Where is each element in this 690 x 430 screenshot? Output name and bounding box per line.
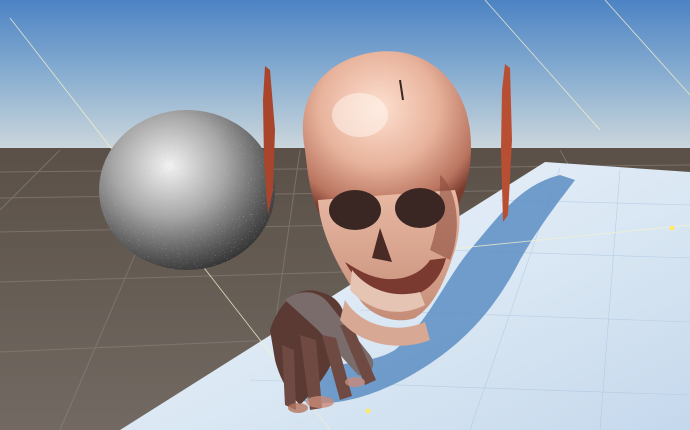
noise-sphere[interactable] xyxy=(99,110,275,270)
scene-canvas[interactable] xyxy=(0,0,690,430)
light-gizmo[interactable] xyxy=(669,225,675,231)
light-gizmo-secondary[interactable] xyxy=(365,408,371,414)
scene-viewport[interactable] xyxy=(0,0,690,430)
